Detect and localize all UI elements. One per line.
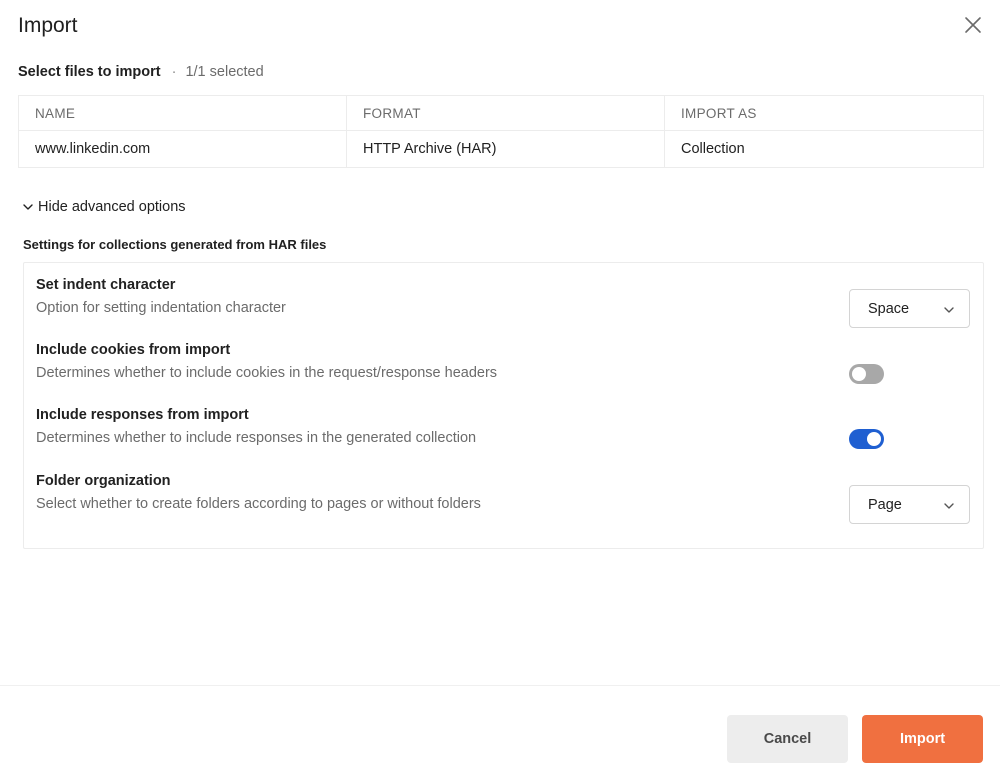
setting-title: Folder organization — [36, 473, 171, 489]
include-responses-toggle[interactable] — [849, 429, 884, 449]
file-format-cell: HTTP Archive (HAR) — [346, 130, 665, 168]
toggle-knob — [867, 432, 881, 446]
files-header: Select files to import · 1/1 selected — [18, 64, 264, 80]
import-dialog: Import Select files to import · 1/1 sele… — [0, 0, 1000, 778]
close-button[interactable] — [962, 14, 984, 36]
advanced-options-toggle[interactable]: Hide advanced options — [22, 199, 186, 215]
settings-heading: Settings for collections generated from … — [23, 237, 327, 252]
chevron-down-icon — [944, 503, 954, 509]
indent-character-value: Space — [868, 300, 910, 317]
setting-folder-organization: Folder organization Select whether to cr… — [36, 473, 481, 512]
setting-indent-character: Set indent character Option for setting … — [36, 277, 286, 316]
settings-panel: Set indent character Option for setting … — [23, 262, 984, 549]
setting-description: Option for setting indentation character — [36, 300, 286, 316]
table-header-row: NAME FORMAT IMPORT AS — [18, 95, 984, 131]
close-icon — [965, 17, 981, 33]
chevron-down-icon — [23, 204, 33, 210]
cancel-button[interactable]: Cancel — [727, 715, 848, 763]
setting-include-responses: Include responses from import Determines… — [36, 407, 476, 446]
column-header-name: NAME — [18, 95, 347, 131]
table-row[interactable]: www.linkedin.com HTTP Archive (HAR) Coll… — [18, 130, 984, 168]
setting-description: Determines whether to include cookies in… — [36, 365, 498, 381]
setting-include-cookies: Include cookies from import Determines w… — [36, 342, 497, 381]
toggle-knob — [852, 367, 866, 381]
files-table: NAME FORMAT IMPORT AS www.linkedin.com H… — [18, 95, 984, 168]
footer-divider — [0, 685, 1000, 686]
chevron-down-icon — [944, 307, 954, 313]
file-import-as-cell[interactable]: Collection — [664, 130, 984, 168]
folder-organization-value: Page — [868, 496, 902, 513]
include-cookies-toggle[interactable] — [849, 364, 884, 384]
folder-organization-select[interactable]: Page — [849, 485, 970, 524]
setting-description: Determines whether to include responses … — [36, 430, 477, 446]
setting-title: Include responses from import — [36, 407, 249, 423]
import-button[interactable]: Import — [862, 715, 983, 763]
files-selected-count: 1/1 selected — [185, 64, 264, 80]
indent-character-select[interactable]: Space — [849, 289, 970, 328]
column-header-format: FORMAT — [346, 95, 665, 131]
file-name-cell: www.linkedin.com — [18, 130, 347, 168]
setting-title: Set indent character — [36, 277, 176, 293]
setting-title: Include cookies from import — [36, 342, 231, 358]
column-header-import-as: IMPORT AS — [664, 95, 984, 131]
files-label: Select files to import — [18, 64, 161, 80]
dialog-title: Import — [18, 14, 78, 37]
files-separator: · — [171, 64, 177, 80]
advanced-options-label: Hide advanced options — [38, 199, 186, 215]
setting-description: Select whether to create folders accordi… — [36, 496, 481, 512]
